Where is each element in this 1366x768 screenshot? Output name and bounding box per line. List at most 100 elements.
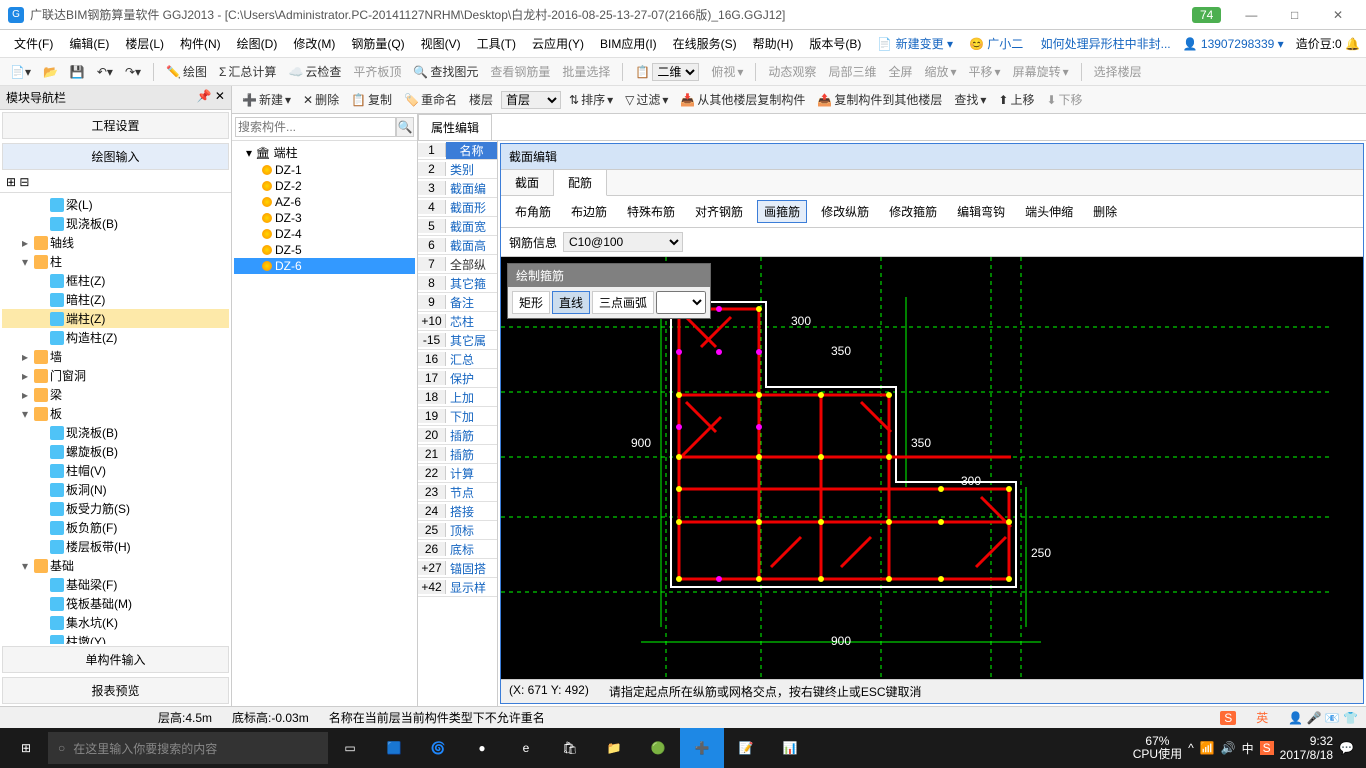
tree-item[interactable]: ▾ 板 <box>2 404 229 423</box>
rotate-button[interactable]: 屏幕旋转 ▾ <box>1009 63 1073 80</box>
fullscreen-button[interactable]: 全屏 <box>884 63 916 80</box>
list-item[interactable]: DZ-6 <box>234 258 415 274</box>
menu-edit[interactable]: 编辑(E) <box>61 35 117 52</box>
maximize-button[interactable]: □ <box>1275 8 1315 22</box>
explorer-icon[interactable]: 📁 <box>592 728 636 768</box>
property-row[interactable]: 25顶标 <box>418 521 497 540</box>
editor-tool-button[interactable]: 画箍筋 <box>757 200 807 223</box>
close-button[interactable]: ✕ <box>1318 8 1358 22</box>
tree-item[interactable]: 现浇板(B) <box>2 214 229 233</box>
edge-icon[interactable]: e <box>504 728 548 768</box>
property-row[interactable]: 24搭接 <box>418 502 497 521</box>
app-icon-7[interactable]: 📊 <box>768 728 812 768</box>
store-icon[interactable]: 🛍 <box>548 728 592 768</box>
app-icon-1[interactable]: 🟦 <box>372 728 416 768</box>
taskbar-search[interactable]: ○ 在这里输入你要搜索的内容 <box>48 732 328 764</box>
zoom-button[interactable]: 缩放 ▾ <box>920 63 960 80</box>
component-tree[interactable]: 梁(L) 现浇板(B)▸ 轴线▾ 柱 框柱(Z) 暗柱(Z) 端柱(Z) 构造柱… <box>0 193 231 644</box>
tree-item[interactable]: 筏板基础(M) <box>2 594 229 613</box>
search-input[interactable] <box>235 117 396 137</box>
property-row[interactable]: -15其它属 <box>418 331 497 350</box>
property-row[interactable]: +42显示样 <box>418 578 497 597</box>
property-row[interactable]: 8其它箍 <box>418 274 497 293</box>
property-row[interactable]: 7全部纵 <box>418 255 497 274</box>
draw-button[interactable]: ✏️绘图 <box>162 63 211 80</box>
tree-item[interactable]: ▸ 墙 <box>2 347 229 366</box>
editor-tool-button[interactable]: 布边筋 <box>565 201 613 222</box>
property-row[interactable]: 23节点 <box>418 483 497 502</box>
new-change-button[interactable]: 📄 新建变更 ▾ <box>869 35 961 52</box>
list-item[interactable]: DZ-5 <box>234 242 415 258</box>
tab-property-edit[interactable]: 属性编辑 <box>418 114 492 140</box>
tree-item[interactable]: 端柱(Z) <box>2 309 229 328</box>
cad-canvas[interactable]: 绘制箍筋 矩形直线三点画弧 <box>501 257 1363 679</box>
property-row[interactable]: 6截面高 <box>418 236 497 255</box>
sum-button[interactable]: Σ 汇总计算 <box>215 63 280 80</box>
tree-item[interactable]: 现浇板(B) <box>2 423 229 442</box>
tree-item[interactable]: 柱墩(Y) <box>2 632 229 644</box>
tree-item[interactable]: 板负筋(F) <box>2 518 229 537</box>
ime-lang[interactable]: 英 <box>1256 709 1268 726</box>
list-item[interactable]: DZ-1 <box>234 162 415 178</box>
tab-section[interactable]: 截面 <box>501 170 554 195</box>
minimize-button[interactable]: — <box>1231 8 1271 22</box>
app-icon-4[interactable]: 🟢 <box>636 728 680 768</box>
orbit-button[interactable]: 动态观察 <box>764 63 820 80</box>
menu-online[interactable]: 在线服务(S) <box>665 35 745 52</box>
network-icon[interactable]: 📶 <box>1200 741 1215 755</box>
list-item[interactable]: AZ-6 <box>234 194 415 210</box>
view-rebar-button[interactable]: 查看钢筋量 <box>486 63 554 80</box>
ime-icon[interactable]: 中 <box>1242 740 1254 757</box>
tree-item[interactable]: 框柱(Z) <box>2 271 229 290</box>
property-row[interactable]: 19下加 <box>418 407 497 426</box>
new-component-button[interactable]: ➕新建 ▾ <box>238 91 295 108</box>
rebar-info-select[interactable]: C10@100 <box>563 232 683 252</box>
editor-tool-button[interactable]: 修改箍筋 <box>883 201 943 222</box>
menu-floor[interactable]: 楼层(L) <box>117 35 172 52</box>
menu-modify[interactable]: 修改(M) <box>285 35 343 52</box>
property-row[interactable]: +10芯柱 <box>418 312 497 331</box>
system-tray[interactable]: 67%CPU使用 ^ 📶 🔊 中 S 9:32 2017/8/18 💬 <box>1125 734 1362 763</box>
menu-file[interactable]: 文件(F) <box>6 35 61 52</box>
tree-item[interactable]: 集水坑(K) <box>2 613 229 632</box>
float-tool-button[interactable]: 直线 <box>552 291 590 314</box>
tray-icons[interactable]: 👤 🎤 📧 👕 <box>1288 711 1358 725</box>
menu-help[interactable]: 帮助(H) <box>745 35 802 52</box>
tree-item[interactable]: ▸ 门窗洞 <box>2 366 229 385</box>
sort-button[interactable]: ⇅ 排序 ▾ <box>565 91 617 108</box>
tree-item[interactable]: ▾ 基础 <box>2 556 229 575</box>
search-button[interactable]: 🔍 <box>396 117 414 137</box>
copy-button[interactable]: 📋复制 <box>347 91 396 108</box>
new-file-icon[interactable]: 📄▾ <box>6 65 35 79</box>
tab-rebar[interactable]: 配筋 <box>554 170 607 196</box>
volume-icon[interactable]: 🔊 <box>1221 741 1236 755</box>
property-row[interactable]: +27锚固搭 <box>418 559 497 578</box>
float-tool-button[interactable]: 三点画弧 <box>592 291 654 314</box>
property-row[interactable]: 20插筋 <box>418 426 497 445</box>
property-row[interactable]: 17保护 <box>418 369 497 388</box>
property-row[interactable]: 22计算 <box>418 464 497 483</box>
clock[interactable]: 9:32 2017/8/18 <box>1280 734 1333 763</box>
tree-item[interactable]: ▾ 柱 <box>2 252 229 271</box>
tree-item[interactable]: ▸ 轴线 <box>2 233 229 252</box>
local-3d-button[interactable]: 局部三维 <box>824 63 880 80</box>
save-icon[interactable]: 💾 <box>66 65 89 79</box>
menu-draw[interactable]: 绘图(D) <box>229 35 286 52</box>
menu-cloud[interactable]: 云应用(Y) <box>524 35 592 52</box>
property-row[interactable]: 9备注 <box>418 293 497 312</box>
property-row[interactable]: 5截面宽 <box>418 217 497 236</box>
property-row[interactable]: 16汇总 <box>418 350 497 369</box>
property-row[interactable]: 4截面形 <box>418 198 497 217</box>
list-item[interactable]: DZ-2 <box>234 178 415 194</box>
collapse-icon[interactable]: ⊟ <box>19 175 29 189</box>
list-header[interactable]: ▾ 🏛 端柱 <box>234 143 415 162</box>
notification-badge[interactable]: 74 <box>1192 7 1221 23</box>
tab-report-preview[interactable]: 报表预览 <box>2 677 229 704</box>
undo-icon[interactable]: ↶▾ <box>93 65 117 79</box>
app-icon-2[interactable]: 🌀 <box>416 728 460 768</box>
float-tool-button[interactable]: 矩形 <box>512 291 550 314</box>
tab-project-settings[interactable]: 工程设置 <box>2 112 229 139</box>
tree-item[interactable]: 柱帽(V) <box>2 461 229 480</box>
tree-item[interactable]: 螺旋板(B) <box>2 442 229 461</box>
tab-draw-input[interactable]: 绘图输入 <box>2 143 229 170</box>
